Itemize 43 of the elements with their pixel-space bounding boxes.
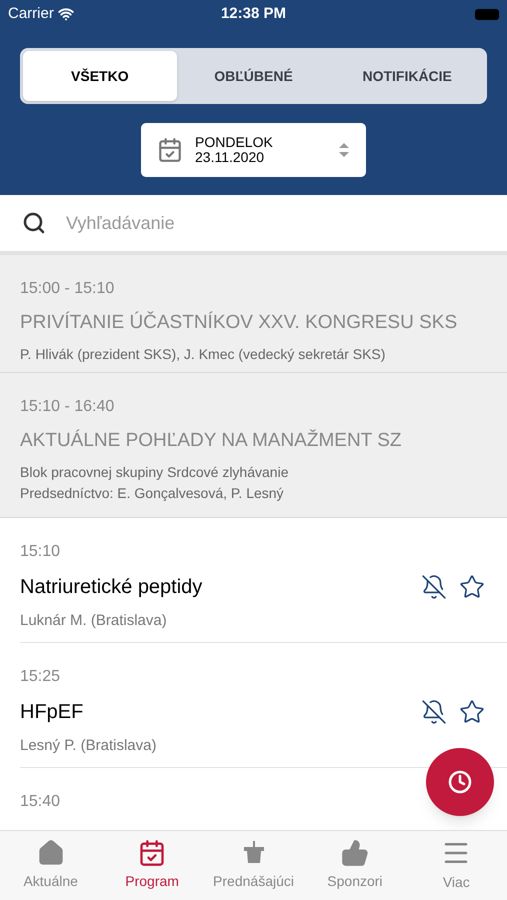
bell-off-icon[interactable] [421,574,447,600]
thumbs-up-icon [340,839,369,867]
talk-time: 15:10 [20,542,62,562]
talk-speaker: Lesný P. (Bratislava) [20,736,158,756]
session-block[interactable]: 15:00 - 15:10 PRIVÍTANIE ÚČASTNÍKOV XXV. KONGRESU SKS P. Hlivák (prezident SKS), J. Kmec (vedecký sekretár SKS) [0,255,507,373]
tab-bar-item[interactable]: Sponzori [304,831,406,900]
calendar-icon [157,137,183,163]
session-block[interactable]: 15:10 - 16:40 AKTUÁLNE POHĽADY NA MANAŽMENT SZ Blok pracovnej skupiny Srdcové zlyhávanie Predsedníctvo: E. Gonçalvesová, P. Lesný [0,373,507,518]
tab-bar-item[interactable]: Aktuálne [0,831,102,900]
carrier-label: Carrier [8,4,54,24]
segment-tab[interactable]: OBĽÚBENÉ [176,51,330,101]
session-time: 15:00 - 15:10 [20,279,116,299]
session-time: 15:10 - 16:40 [20,397,116,417]
session-title: PRIVÍTANIE ÚČASTNÍKOV XXV. KONGRESU SKS [20,310,458,335]
star-icon[interactable] [459,699,485,725]
session-detail: P. Hlivák (prezident SKS), J. Kmec (vedecký sekretár SKS) [20,344,386,364]
session-detail: Predsedníctvo: E. Gonçalvesová, P. Lesný [20,484,285,503]
talk-time: 15:40 [20,792,62,812]
session-detail: Blok pracovnej skupiny Srdcové zlyhávanie [20,462,290,482]
segment-tab[interactable]: NOTIFIKÁCIE [330,51,484,101]
tab-bar-item[interactable]: Viac [406,831,507,900]
session-title: AKTUÁLNE POHĽADY NA MANAŽMENT SZ [20,428,402,453]
search-field[interactable]: Vyhľadávanie [66,210,485,236]
segment-tab[interactable]: VŠETKO [23,51,177,101]
talk-title: Natriuretické peptidy [20,575,202,600]
calendar-icon [138,839,166,867]
home-icon [36,839,65,867]
clock-icon [448,770,472,794]
battery-icon [474,8,499,20]
clock-time: 12:38 PM [220,4,286,24]
tab-bar-item[interactable]: Program [101,831,203,900]
wifi-icon [58,6,74,22]
stepper-icon [338,141,350,159]
talk-time: 15:25 [20,667,62,687]
bell-off-icon[interactable] [421,699,447,725]
date-label: 23.11.2020 [195,150,264,165]
tab-bar-item[interactable]: Prednášajúci [202,831,304,900]
search-icon [22,211,46,235]
talk-title: HFpEF [20,700,84,725]
date-picker[interactable]: PONDELOK 23.11.2020 [141,123,366,177]
talk-speaker: Luknár M. (Bratislava) [20,611,168,631]
star-icon[interactable] [459,574,485,600]
day-label: PONDELOK [195,135,273,150]
